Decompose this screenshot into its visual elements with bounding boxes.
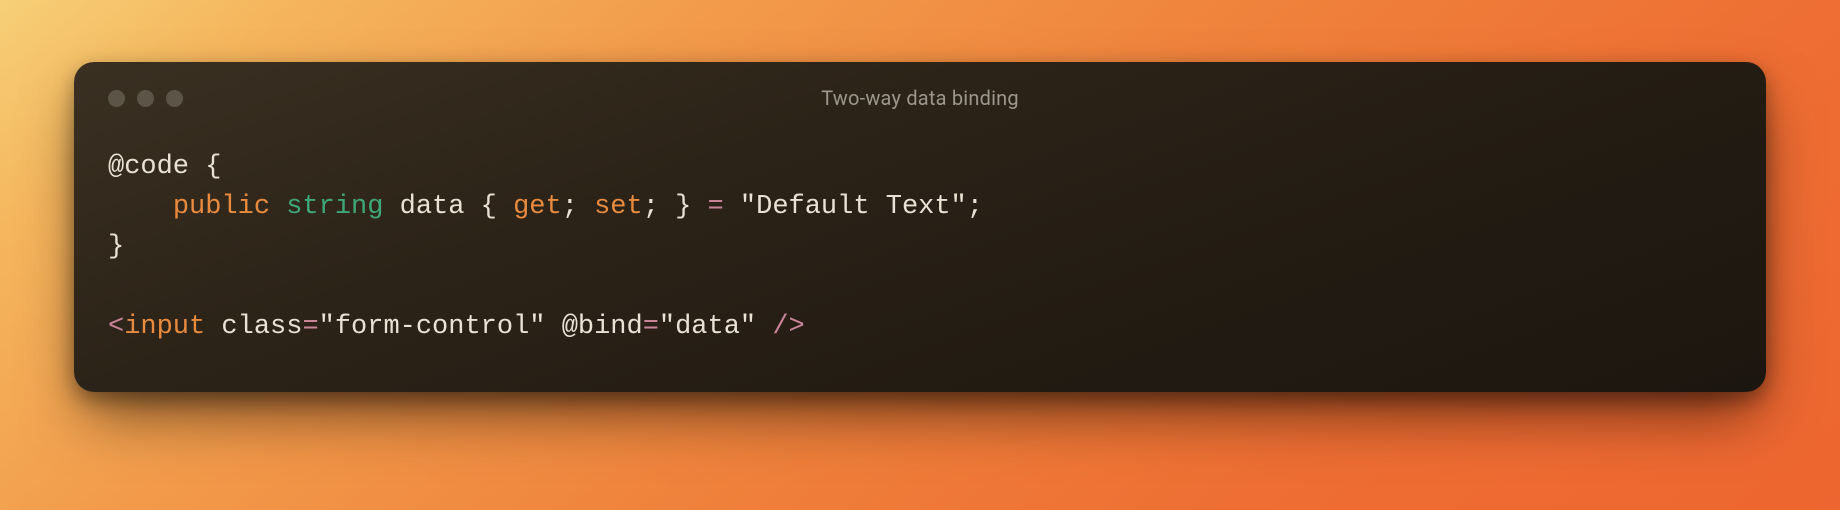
code-angle: < xyxy=(108,312,124,342)
code-space xyxy=(270,192,286,222)
code-accessor: get xyxy=(513,192,562,222)
code-space xyxy=(659,192,675,222)
code-attr-value: "data" xyxy=(659,312,756,342)
code-indent xyxy=(108,192,173,222)
window-titlebar: Two-way data binding xyxy=(108,86,1732,110)
code-window: Two-way data binding @code { public stri… xyxy=(74,62,1766,392)
traffic-zoom-icon[interactable] xyxy=(166,90,183,107)
code-space xyxy=(464,192,480,222)
window-traffic-lights xyxy=(108,90,183,107)
code-attr-eq: = xyxy=(302,312,318,342)
code-punc: ; xyxy=(562,192,578,222)
code-space xyxy=(545,312,561,342)
code-angle: /> xyxy=(772,312,804,342)
traffic-close-icon[interactable] xyxy=(108,90,125,107)
code-attr-value: "form-control" xyxy=(319,312,546,342)
code-keyword: public xyxy=(173,192,270,222)
code-attr-name: @bind xyxy=(562,312,643,342)
code-type: string xyxy=(286,192,383,222)
code-tag: input xyxy=(124,312,205,342)
code-space xyxy=(383,192,399,222)
code-punc: } xyxy=(675,192,691,222)
code-accessor: set xyxy=(594,192,643,222)
code-punc: ; xyxy=(643,192,659,222)
code-attr-name: class xyxy=(221,312,302,342)
code-space xyxy=(724,192,740,222)
window-title: Two-way data binding xyxy=(108,86,1732,110)
code-block: @code { public string data { get; set; }… xyxy=(108,148,1732,348)
code-punc: ; xyxy=(967,192,983,222)
code-operator: = xyxy=(708,192,724,222)
code-space xyxy=(691,192,707,222)
code-text: @code xyxy=(108,152,189,182)
code-string: "Default Text" xyxy=(740,192,967,222)
code-identifier: data xyxy=(400,192,465,222)
code-space xyxy=(205,312,221,342)
code-punc: } xyxy=(108,232,124,262)
code-attr-eq: = xyxy=(643,312,659,342)
traffic-minimize-icon[interactable] xyxy=(137,90,154,107)
code-space xyxy=(578,192,594,222)
code-text: { xyxy=(189,152,221,182)
code-space xyxy=(756,312,772,342)
code-punc: { xyxy=(481,192,497,222)
code-space xyxy=(497,192,513,222)
